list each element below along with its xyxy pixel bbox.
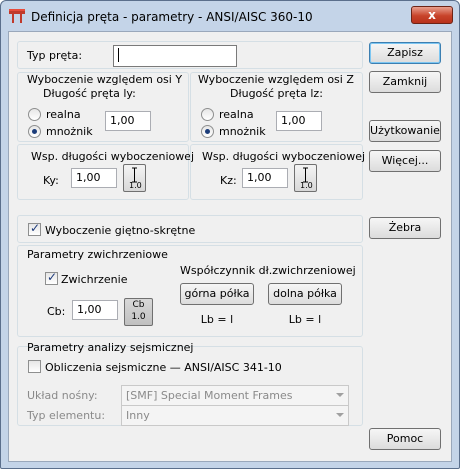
usage-button[interactable]: Użytkowanie — [369, 120, 441, 142]
buckling-y-value-input[interactable]: 1,00 — [105, 111, 151, 131]
lb-upper-value: Lb = l — [200, 313, 234, 326]
buckling-y-mult-radio[interactable] — [28, 125, 41, 138]
cb-button-top: Cb — [132, 300, 145, 310]
buckling-z-real-label[interactable]: realna — [219, 108, 254, 121]
lateral-checkbox[interactable] — [45, 270, 58, 285]
element-type-select-value: Inny — [126, 409, 150, 422]
kz-value-input[interactable]: 1,00 — [242, 168, 288, 188]
buckling-z-length-label: Długość pręta lz: — [230, 87, 323, 100]
window-title: Definicja pręta - parametry - ANSI/AISC … — [31, 10, 313, 24]
lateral-checkbox-label[interactable]: Zwichrzenie — [61, 273, 127, 286]
cb-label: Cb: — [47, 305, 66, 318]
element-type-select[interactable]: Inny — [121, 405, 349, 426]
torsional-label[interactable]: Wyboczenie giętno-skrętne — [45, 224, 195, 237]
buckling-z-title: Wyboczenie względem osi Z — [198, 73, 354, 86]
cb-symbol-button[interactable]: Cb 1.0 — [124, 298, 153, 326]
seismic-checkbox[interactable] — [28, 360, 41, 373]
cb-value-input[interactable]: 1,00 — [72, 300, 118, 320]
buckling-z-mult-label[interactable]: mnożnik — [219, 125, 266, 138]
ky-value-input[interactable]: 1,00 — [71, 168, 117, 188]
upper-flange-button[interactable]: górna półka — [180, 283, 254, 305]
buckling-y-mult-label[interactable]: mnożnik — [46, 125, 93, 138]
cb-button-bottom: 1.0 — [131, 312, 146, 322]
chevron-down-icon — [336, 413, 344, 417]
kz-button-value: 1.0 — [300, 181, 313, 190]
lateral-title: Parametry zwichrzeniowe — [27, 248, 168, 261]
ky-button-value: 1.0 — [129, 181, 142, 190]
kz-title: Wsp. długości wyboczeniowej — [202, 150, 366, 163]
kz-symbol-button[interactable]: 1.0 — [294, 164, 317, 192]
ky-title: Wsp. długości wyboczeniowej — [31, 150, 195, 163]
ky-label: Ky: — [43, 174, 59, 187]
seismic-checkbox-label[interactable]: Obliczenia sejsmiczne — ANSI/AISC 341-10 — [45, 361, 282, 374]
title-bar[interactable]: Definicja pręta - parametry - ANSI/AISC … — [1, 1, 459, 31]
buckling-y-title: Wyboczenie względem osi Y — [27, 73, 183, 86]
dialog-body: Typ pręta: Wyboczenie względem osi Y Dłu… — [8, 31, 452, 462]
text-caret — [118, 48, 119, 62]
system-select[interactable]: [SMF] Special Moment Frames — [121, 385, 349, 406]
system-label: Układ nośny: — [27, 389, 98, 402]
element-type-label: Typ elementu: — [27, 409, 106, 422]
close-window-button[interactable]: x — [411, 6, 453, 24]
buckling-z-real-radio[interactable] — [201, 108, 214, 121]
lateral-coef-title: Współczynnik dł.zwichrzeniowej — [180, 264, 356, 277]
seismic-title: Parametry analizy sejsmicznej — [27, 341, 194, 354]
save-button[interactable]: Zapisz — [369, 42, 441, 64]
close-icon: x — [428, 8, 436, 22]
member-type-input[interactable] — [113, 45, 237, 67]
ribs-button[interactable]: Żebra — [369, 217, 441, 239]
chevron-down-icon — [336, 393, 344, 397]
member-type-label: Typ pręta: — [27, 49, 83, 62]
buckling-z-value-input[interactable]: 1,00 — [276, 111, 322, 131]
close-button[interactable]: Zamknij — [369, 71, 441, 93]
dialog-window: Definicja pręta - parametry - ANSI/AISC … — [0, 0, 460, 469]
buckling-z-mult-radio[interactable] — [201, 125, 214, 138]
help-button[interactable]: Pomoc — [369, 428, 441, 450]
more-button[interactable]: Więcej... — [369, 150, 441, 172]
system-select-value: [SMF] Special Moment Frames — [126, 389, 293, 402]
kz-label: Kz: — [220, 174, 237, 187]
buckling-y-real-radio[interactable] — [28, 108, 41, 121]
buckling-y-real-label[interactable]: realna — [46, 108, 81, 121]
lower-flange-button[interactable]: dolna półka — [268, 283, 342, 305]
torsional-checkbox[interactable] — [28, 221, 41, 236]
ky-symbol-button[interactable]: 1.0 — [123, 164, 146, 192]
buckling-y-length-label: Długość pręta ly: — [43, 87, 136, 100]
lb-lower-value: Lb = l — [288, 313, 322, 326]
app-icon — [9, 9, 25, 23]
